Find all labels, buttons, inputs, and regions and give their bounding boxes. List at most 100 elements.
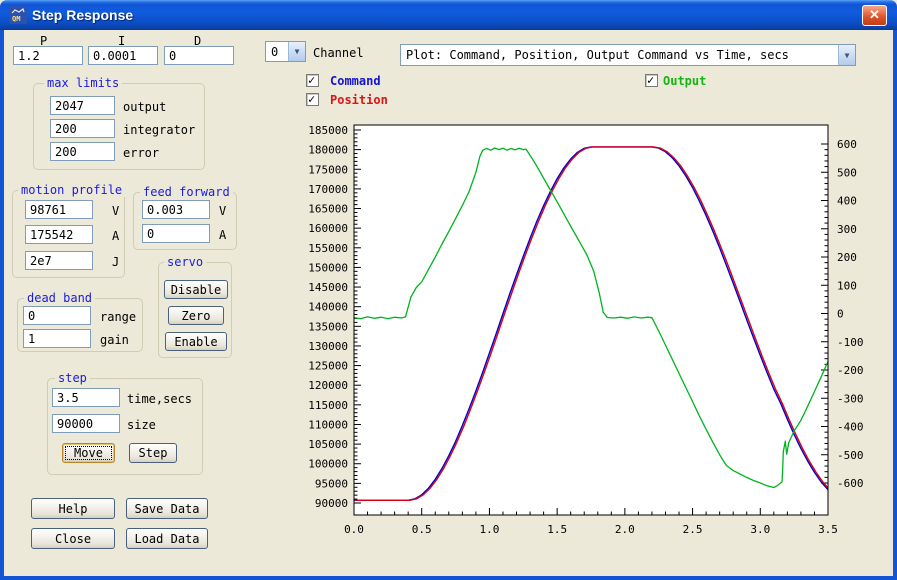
svg-text:170000: 170000 [308, 183, 348, 196]
svg-text:145000: 145000 [308, 281, 348, 294]
svg-text:160000: 160000 [308, 222, 348, 235]
command-checkbox-label: Command [330, 74, 381, 88]
profile-velocity-label: V [112, 204, 120, 218]
d-field[interactable] [164, 46, 234, 65]
dead-band-range-field[interactable] [23, 306, 91, 325]
max-integrator-label: integrator [123, 123, 196, 137]
window-title: Step Response [32, 7, 134, 23]
svg-text:120000: 120000 [308, 379, 348, 392]
svg-text:140000: 140000 [308, 301, 348, 314]
dead-band-gain-field[interactable] [23, 329, 91, 348]
position-checkbox-label: Position [330, 93, 388, 107]
ff-accel-field[interactable] [142, 224, 210, 243]
svg-text:185000: 185000 [308, 124, 348, 137]
svg-text:0.5: 0.5 [412, 523, 432, 536]
svg-text:1.5: 1.5 [547, 523, 567, 536]
ff-accel-label: A [219, 228, 227, 242]
max-output-field[interactable] [50, 96, 115, 115]
position-checkbox[interactable] [306, 92, 319, 106]
step-time-field[interactable] [52, 388, 120, 407]
output-checkbox[interactable] [645, 73, 658, 87]
output-checkbox-label: Output [663, 74, 707, 88]
svg-text:130000: 130000 [308, 340, 348, 353]
svg-text:0.0: 0.0 [344, 523, 364, 536]
svg-text:135000: 135000 [308, 320, 348, 333]
svg-text:500: 500 [837, 166, 857, 179]
svg-text:-400: -400 [837, 421, 864, 434]
plot-select[interactable]: Plot: Command, Position, Output Command … [400, 44, 856, 66]
svg-text:155000: 155000 [308, 242, 348, 255]
move-button[interactable]: Move [62, 443, 115, 463]
chevron-down-icon[interactable] [838, 45, 855, 65]
step-response-window: QM Step Response P I D 0 Channel Plot: C… [0, 0, 897, 580]
max-output-label: output [123, 100, 167, 114]
svg-text:150000: 150000 [308, 261, 348, 274]
qm-app-icon: QM [9, 6, 27, 24]
svg-text:165000: 165000 [308, 203, 348, 216]
svg-text:90000: 90000 [315, 497, 348, 510]
profile-jerk-field[interactable] [25, 251, 93, 270]
step-button[interactable]: Step [129, 443, 177, 463]
servo-enable-button[interactable]: Enable [165, 332, 227, 351]
titlebar[interactable]: QM Step Response [0, 0, 897, 30]
svg-text:-300: -300 [837, 392, 864, 405]
dead-band-title: dead band [24, 291, 96, 305]
svg-text:300: 300 [837, 223, 857, 236]
save-data-button[interactable]: Save Data [126, 498, 208, 519]
svg-text:100: 100 [837, 279, 857, 292]
channel-value: 0 [271, 44, 279, 59]
window-border [893, 30, 897, 580]
max-limits-title: max limits [44, 76, 123, 90]
svg-text:175000: 175000 [308, 163, 348, 176]
servo-zero-button[interactable]: Zero [168, 306, 224, 325]
svg-text:1.0: 1.0 [479, 523, 499, 536]
i-field[interactable] [88, 46, 158, 65]
svg-text:2.0: 2.0 [615, 523, 635, 536]
ff-velocity-field[interactable] [142, 200, 210, 219]
step-time-label: time,secs [127, 392, 193, 406]
profile-jerk-label: J [112, 255, 120, 269]
svg-text:95000: 95000 [315, 477, 348, 490]
svg-text:180000: 180000 [308, 144, 348, 157]
svg-text:200: 200 [837, 251, 857, 264]
profile-accel-field[interactable] [25, 225, 93, 244]
close-window-button[interactable] [862, 5, 887, 26]
svg-text:3.0: 3.0 [750, 523, 770, 536]
chevron-down-icon[interactable] [288, 42, 305, 61]
servo-disable-button[interactable]: Disable [164, 280, 228, 299]
svg-text:125000: 125000 [308, 360, 348, 373]
svg-text:0: 0 [837, 308, 844, 321]
profile-accel-label: A [112, 229, 120, 243]
command-checkbox[interactable] [306, 73, 319, 87]
svg-text:2.5: 2.5 [683, 523, 703, 536]
svg-text:-200: -200 [837, 364, 864, 377]
svg-text:-100: -100 [837, 336, 864, 349]
channel-label: Channel [313, 46, 364, 60]
step-response-chart: 90000 95000 100000 105000 110000 115000 120000… [308, 124, 864, 536]
motion-profile-title: motion profile [18, 183, 126, 197]
dead-band-gain-label: gain [100, 333, 129, 347]
step-size-label: size [127, 418, 156, 432]
step-size-field[interactable] [52, 414, 120, 433]
dead-band-range-label: range [100, 310, 137, 324]
svg-text:-600: -600 [837, 477, 864, 490]
p-field[interactable] [13, 46, 83, 65]
svg-text:QM: QM [12, 15, 20, 23]
svg-text:-500: -500 [837, 449, 864, 462]
max-error-field[interactable] [50, 142, 115, 161]
svg-text:110000: 110000 [308, 418, 348, 431]
profile-velocity-field[interactable] [25, 200, 93, 219]
svg-text:3.5: 3.5 [818, 523, 838, 536]
svg-text:600: 600 [837, 138, 857, 151]
step-title: step [55, 371, 90, 385]
max-integrator-field[interactable] [50, 119, 115, 138]
load-data-button[interactable]: Load Data [126, 528, 208, 549]
close-button[interactable]: Close [31, 528, 115, 549]
feed-forward-title: feed forward [140, 185, 233, 199]
svg-text:105000: 105000 [308, 438, 348, 451]
svg-text:115000: 115000 [308, 399, 348, 412]
help-button[interactable]: Help [31, 498, 115, 519]
ff-velocity-label: V [219, 204, 227, 218]
channel-select[interactable]: 0 [265, 41, 306, 62]
svg-text:400: 400 [837, 195, 857, 208]
